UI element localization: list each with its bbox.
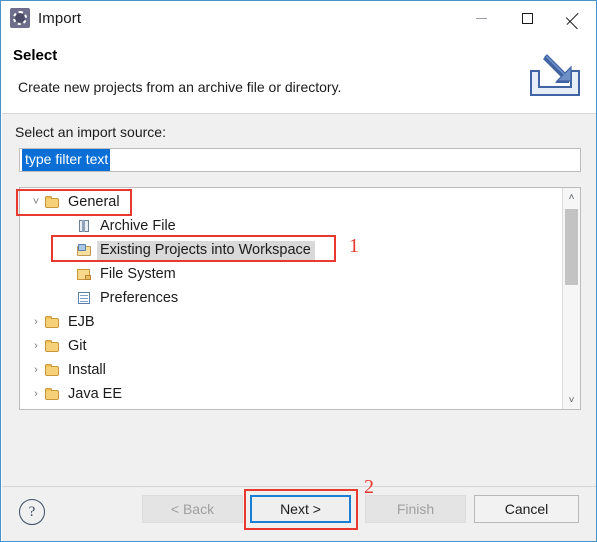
help-icon[interactable]: ?	[19, 499, 45, 525]
import-source-label: Select an import source:	[15, 124, 166, 140]
tree-item-label: EJB	[68, 313, 95, 330]
tree-item[interactable]: Existing Projects into Workspace	[20, 238, 560, 262]
twisty-icon[interactable]: ›	[28, 316, 44, 328]
maximize-button[interactable]	[504, 1, 550, 35]
folder-open-icon	[44, 386, 62, 402]
tree-item[interactable]: File System	[20, 262, 560, 286]
folder-open-icon	[44, 194, 62, 210]
tree-item-label: Archive File	[100, 217, 176, 234]
preferences-icon	[76, 290, 94, 306]
finish-button[interactable]: Finish	[365, 495, 466, 523]
minimize-button[interactable]	[458, 1, 504, 35]
page-title: Select	[13, 47, 58, 64]
scroll-up-icon[interactable]: ˄	[563, 188, 580, 206]
folder-open-icon	[44, 362, 62, 378]
tree-item-label: Install	[68, 361, 106, 378]
import-source-tree[interactable]: ˅ General Archive File Existing Projects in…	[19, 187, 581, 410]
dialog-body: Select an import source: type filter tex…	[2, 114, 596, 486]
next-button[interactable]: Next >	[250, 495, 351, 523]
tree-item[interactable]: › Git	[20, 334, 560, 358]
scrollbar-thumb[interactable]	[565, 209, 578, 285]
tree-rows: ˅ General Archive File Existing Projects in…	[20, 188, 560, 406]
scroll-down-icon[interactable]: ˅	[563, 391, 580, 409]
annotation-number-1: 1	[349, 235, 359, 257]
cancel-button[interactable]: Cancel	[474, 495, 579, 523]
wizard-header: Select Create new projects from an archi…	[2, 35, 596, 114]
annotation-number-2: 2	[364, 476, 374, 498]
tree-item[interactable]: ˅ General	[20, 190, 560, 214]
tree-item[interactable]: › EJB	[20, 310, 560, 334]
close-icon	[566, 11, 580, 25]
back-button[interactable]: < Back	[142, 495, 243, 523]
close-button[interactable]	[550, 1, 596, 35]
twisty-icon[interactable]: ›	[28, 340, 44, 352]
tree-item-label: File System	[100, 265, 176, 282]
title-bar: Import	[1, 1, 596, 35]
window-title: Import	[38, 9, 82, 27]
filter-input-value: type filter text	[22, 149, 111, 171]
window-controls	[458, 1, 596, 35]
tree-item[interactable]: Preferences	[20, 286, 560, 310]
twisty-icon[interactable]: ›	[28, 364, 44, 376]
tree-item[interactable]: › Java EE	[20, 382, 560, 406]
twisty-icon[interactable]: ˅	[28, 196, 44, 208]
tree-item-label: Git	[68, 337, 87, 354]
tree-item[interactable]: › Install	[20, 358, 560, 382]
folder-open-icon	[44, 338, 62, 354]
maximize-icon	[521, 12, 533, 24]
existing-projects-icon	[76, 242, 94, 258]
tree-item-label: General	[68, 193, 120, 210]
tree-item-label: Java EE	[68, 385, 122, 402]
import-dialog: Import Select Create new projects from a…	[0, 0, 597, 542]
twisty-icon[interactable]: ›	[28, 388, 44, 400]
tree-item-label: Preferences	[100, 289, 179, 306]
file-system-folder-icon	[76, 266, 94, 282]
import-banner-icon	[523, 49, 583, 101]
tree-scrollbar[interactable]: ˄ ˅	[562, 188, 580, 409]
tree-item[interactable]: Archive File	[20, 214, 560, 238]
tree-item-label: Existing Projects into Workspace	[97, 240, 315, 260]
minimize-icon	[475, 17, 487, 19]
import-wizard-icon	[10, 8, 30, 28]
folder-open-icon	[44, 314, 62, 330]
filter-input[interactable]: type filter text	[19, 148, 581, 172]
page-description: Create new projects from an archive file…	[18, 79, 342, 95]
archive-file-icon	[76, 218, 94, 234]
